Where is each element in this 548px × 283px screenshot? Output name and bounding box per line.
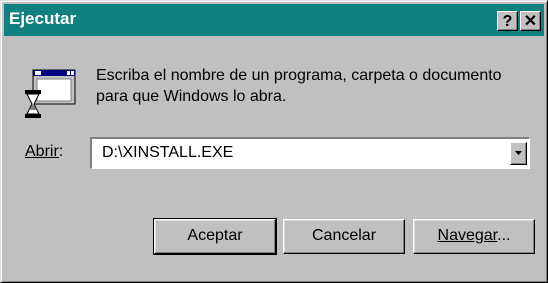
open-label-text: Abrir (25, 143, 59, 160)
cancel-button[interactable]: Cancelar (283, 219, 405, 254)
open-combobox[interactable]: D:\XINSTALL.EXE (90, 137, 530, 169)
close-button[interactable]: ✕ (520, 11, 541, 31)
window-title: Ejecutar (9, 9, 77, 28)
ok-button[interactable]: Aceptar (153, 218, 277, 255)
browse-button[interactable]: Navegar... (413, 219, 535, 254)
run-program-icon (25, 69, 76, 118)
dropdown-arrow-icon (515, 151, 522, 155)
dropdown-button[interactable] (510, 142, 527, 165)
help-button[interactable]: ? (497, 11, 518, 31)
open-input[interactable]: D:\XINSTALL.EXE (102, 144, 233, 162)
open-label: Abrir: (25, 143, 63, 161)
open-label-colon: : (58, 143, 64, 160)
title-bar[interactable]: Ejecutar ? ✕ (4, 4, 544, 36)
browse-label: Navegar (437, 227, 498, 244)
browse-ellipsis: ... (497, 227, 511, 244)
run-dialog: Ejecutar ? ✕ Escriba el nombre de un pro… (0, 0, 548, 283)
instruction-text: Escriba el nombre de un programa, carpet… (96, 67, 502, 105)
